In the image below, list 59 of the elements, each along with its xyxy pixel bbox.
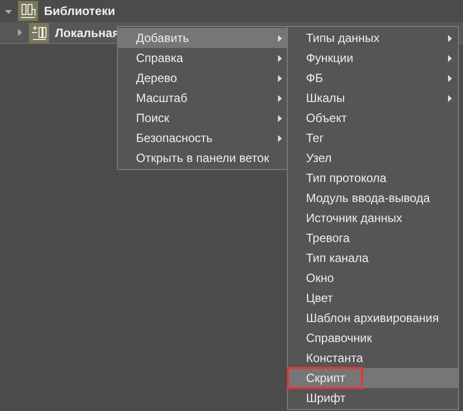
menu-item[interactable]: Цвет [288, 288, 458, 308]
menu-item-label: Шрифт [306, 390, 346, 407]
menu-item[interactable]: Шрифт [288, 388, 458, 408]
menu-item-label: Тег [306, 130, 324, 147]
menu-item-label: Скрипт [306, 370, 346, 387]
menu-item-label: Цвет [306, 290, 333, 307]
menu-item-label: Узел [306, 150, 332, 167]
tree-label: Локальная [55, 24, 120, 42]
menu-item-label: Константа [306, 350, 363, 367]
menu-item[interactable]: Модуль ввода-вывода [288, 188, 458, 208]
menu-item[interactable]: Константа [288, 348, 458, 368]
menu-item[interactable]: Функции [288, 48, 458, 68]
menu-item[interactable]: Шаблон архивирования [288, 308, 458, 328]
expand-arrow-icon[interactable] [16, 29, 23, 36]
menu-item[interactable]: Дерево [118, 68, 288, 88]
menu-item-label: Шаблон архивирования [306, 310, 439, 327]
menu-item[interactable]: Безопасность [118, 128, 288, 148]
menu-item[interactable]: Шкалы [288, 88, 458, 108]
menu-item-label: Шкалы [306, 90, 345, 107]
menu-item[interactable]: Тег [288, 128, 458, 148]
menu-item-label: Модуль ввода-вывода [306, 190, 430, 207]
menu-item-label: Поиск [136, 110, 170, 127]
menu-item-label: Дерево [136, 70, 178, 87]
menu-item-label: Объект [306, 110, 347, 127]
tree-row[interactable]: Библиотеки [0, 0, 463, 22]
menu-item-label: Справочник [306, 330, 372, 347]
menu-item[interactable]: Тревога [288, 228, 458, 248]
menu-item[interactable]: Тип канала [288, 248, 458, 268]
menu-item-label: Справка [136, 50, 184, 67]
menu-item-label: Тип канала [306, 250, 369, 267]
menu-item-label: Тип протокола [306, 170, 386, 187]
bookshelf-icon [29, 22, 49, 42]
menu-item-label: Масштаб [136, 90, 188, 107]
menu-item[interactable]: Типы данных [288, 28, 458, 48]
menu-item-label: Открыть в панели веток [136, 150, 270, 167]
menu-item[interactable]: Узел [288, 148, 458, 168]
menu-item[interactable]: Справка [118, 48, 288, 68]
menu-item-label: Безопасность [136, 130, 213, 147]
menu-item-label: ФБ [306, 70, 323, 87]
menu-item-label: Тревога [306, 230, 350, 247]
menu-item-label: Окно [306, 270, 334, 287]
menu-item-label: Функции [306, 50, 354, 67]
menu-item[interactable]: Добавить [118, 28, 288, 48]
menu-item[interactable]: Масштаб [118, 88, 288, 108]
menu-item[interactable]: Окно [288, 268, 458, 288]
menu-item[interactable]: ФБ [288, 68, 458, 88]
menu-item-label: Типы данных [306, 30, 380, 47]
menu-item[interactable]: Объект [288, 108, 458, 128]
menu-item-label: Источник данных [306, 210, 402, 227]
menu-item[interactable]: Тип протокола [288, 168, 458, 188]
collapse-arrow-icon[interactable] [5, 8, 12, 14]
menu-item[interactable]: Поиск [118, 108, 288, 128]
menu-item[interactable]: Справочник [288, 328, 458, 348]
menu-item[interactable]: Источник данных [288, 208, 458, 228]
library-icon [18, 1, 38, 21]
menu-item[interactable]: Скрипт [288, 368, 458, 388]
tree-label: Библиотеки [44, 3, 116, 20]
menu-item[interactable]: Открыть в панели веток [118, 148, 288, 168]
menu-item-label: Добавить [136, 30, 190, 47]
